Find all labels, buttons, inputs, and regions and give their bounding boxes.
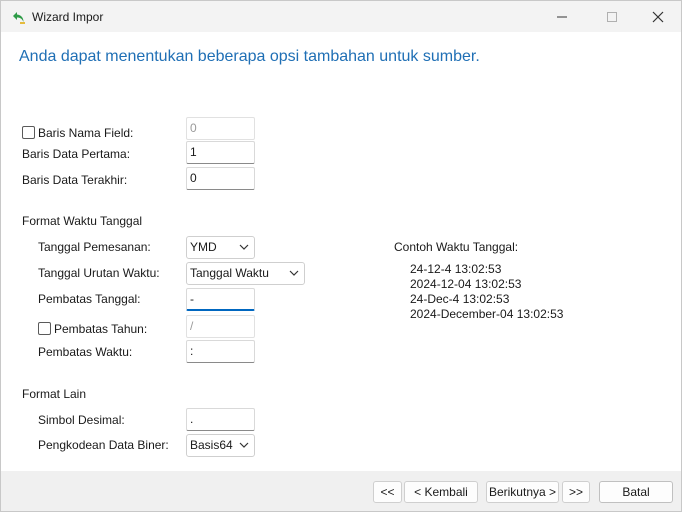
date-delimiter-label: Pembatas Tanggal: bbox=[38, 292, 141, 306]
first-data-row-input[interactable]: 1 bbox=[186, 141, 255, 164]
binary-encoding-select[interactable]: Basis64 bbox=[186, 434, 255, 457]
last-data-row-input[interactable]: 0 bbox=[186, 167, 255, 190]
date-time-order-label: Tanggal Urutan Waktu: bbox=[38, 266, 160, 280]
maximize-icon bbox=[607, 11, 617, 22]
page-heading: Anda dapat menentukan beberapa opsi tamb… bbox=[19, 48, 480, 65]
field-name-row-input[interactable]: 0 bbox=[186, 117, 255, 140]
last-data-row-label: Baris Data Terakhir: bbox=[22, 173, 128, 187]
import-wizard-window: Wizard Impor Anda dapat menentukan beber… bbox=[0, 0, 682, 512]
chevron-down-icon bbox=[239, 244, 249, 250]
minimize-icon bbox=[557, 16, 567, 17]
minimize-button[interactable] bbox=[539, 1, 585, 32]
date-order-label: Tanggal Pemesanan: bbox=[38, 240, 151, 254]
first-page-button[interactable]: << bbox=[373, 481, 402, 503]
datetime-example-item: 2024-12-04 13:02:53 bbox=[410, 277, 522, 291]
first-data-row-label: Baris Data Pertama: bbox=[22, 147, 131, 161]
close-button[interactable] bbox=[635, 1, 681, 32]
binary-encoding-value: Basis64 bbox=[190, 438, 233, 452]
last-page-button[interactable]: >> bbox=[562, 481, 590, 503]
decimal-symbol-input[interactable]: . bbox=[186, 408, 255, 431]
datetime-example-label: Contoh Waktu Tanggal: bbox=[394, 240, 519, 254]
window-title: Wizard Impor bbox=[32, 10, 104, 24]
field-name-row-label: Baris Nama Field: bbox=[38, 126, 134, 140]
back-button[interactable]: < Kembali bbox=[404, 481, 478, 503]
other-format-section-label: Format Lain bbox=[22, 387, 87, 401]
cancel-button[interactable]: Batal bbox=[599, 481, 673, 503]
datetime-example-item: 24-12-4 13:02:53 bbox=[410, 262, 502, 276]
datetime-format-section-label: Format Waktu Tanggal bbox=[22, 214, 143, 228]
date-order-select[interactable]: YMD bbox=[186, 236, 255, 259]
year-delimiter-input[interactable]: / bbox=[186, 315, 255, 338]
datetime-example-item: 24-Dec-4 13:02:53 bbox=[410, 292, 510, 306]
year-delimiter-checkbox[interactable] bbox=[38, 322, 51, 335]
date-delimiter-input[interactable]: - bbox=[186, 288, 255, 311]
date-order-value: YMD bbox=[190, 240, 217, 254]
title-bar[interactable]: Wizard Impor bbox=[1, 1, 681, 32]
next-button[interactable]: Berikutnya > bbox=[486, 481, 559, 503]
decimal-symbol-label: Simbol Desimal: bbox=[38, 413, 125, 427]
close-icon bbox=[652, 11, 664, 22]
datetime-example-item: 2024-December-04 13:02:53 bbox=[410, 307, 564, 321]
time-delimiter-input[interactable]: : bbox=[186, 340, 255, 363]
date-time-order-value: Tanggal Waktu bbox=[190, 266, 269, 280]
year-delimiter-label: Pembatas Tahun: bbox=[54, 322, 148, 336]
time-delimiter-label: Pembatas Waktu: bbox=[38, 345, 133, 359]
date-time-order-select[interactable]: Tanggal Waktu bbox=[186, 262, 305, 285]
chevron-down-icon bbox=[289, 270, 299, 276]
chevron-down-icon bbox=[239, 442, 249, 448]
binary-encoding-label: Pengkodean Data Biner: bbox=[38, 438, 169, 452]
maximize-button[interactable] bbox=[589, 1, 635, 32]
green-back-arrow-icon bbox=[11, 9, 27, 25]
datetime-example-list: 24-12-4 13:02:53 2024-12-04 13:02:53 24-… bbox=[410, 262, 563, 322]
field-name-row-checkbox[interactable] bbox=[22, 126, 35, 139]
